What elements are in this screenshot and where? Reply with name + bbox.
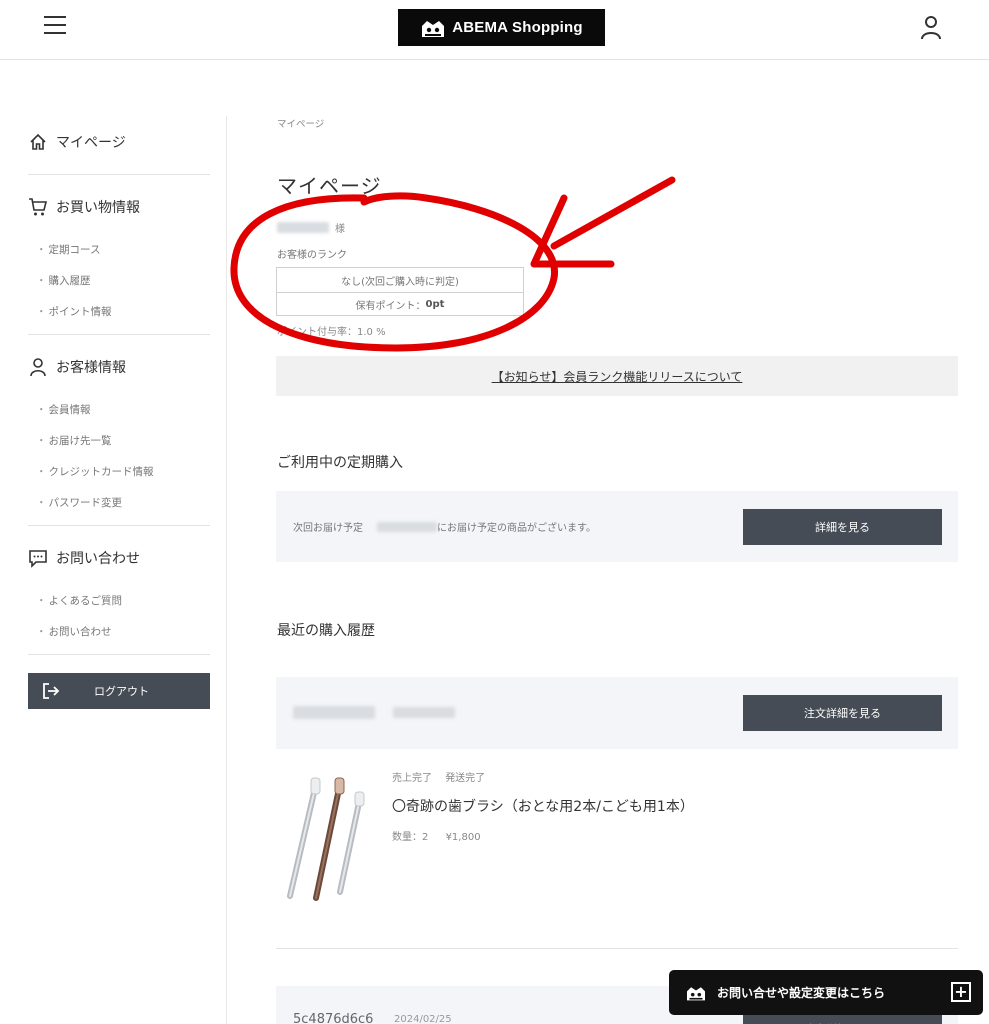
sidebar-item-inquiry[interactable]: お問い合わせ [28, 617, 210, 648]
subscription-title: ご利用中の定期購入 [277, 455, 403, 471]
sidebar-section-contact: お問い合わせ [28, 544, 210, 572]
points-value: 0pt [425, 299, 445, 310]
toothbrush-product-image[interactable] [282, 776, 372, 902]
logout-label: ログアウト [94, 685, 149, 698]
floating-help-button[interactable]: お問い合せや設定変更はこちら + [669, 970, 983, 1015]
subscription-text: 次回お届け予定 にお届け予定の商品がございます。 [293, 519, 596, 534]
page-title: マイページ [277, 174, 382, 198]
order-id-2: 5c4876d6c6 [293, 1012, 374, 1024]
sidebar-item-faq[interactable]: よくあるご質問 [28, 586, 210, 617]
sidebar-section-label: お客様情報 [56, 360, 126, 376]
points-rate: ポイント付与率：1.0 % [277, 327, 386, 338]
logout-button[interactable]: ログアウト [28, 673, 210, 709]
rank-label: お客様のランク [277, 250, 347, 261]
divider [28, 525, 210, 526]
sidebar-item-credit-card[interactable]: クレジットカード情報 [28, 457, 210, 488]
next-delivery-text: にお届け予定の商品がございます。 [437, 523, 596, 534]
points-label: 保有ポイント： [355, 301, 426, 312]
divider [276, 948, 958, 949]
person-icon [30, 358, 46, 377]
breadcrumb: マイページ [277, 119, 325, 130]
sidebar-section-label: お問い合わせ [56, 551, 140, 567]
sidebar: マイページ お買い物情報 定期コース 購入履歴 ポイント情報 お客様情報 会員情… [28, 116, 210, 709]
divider [28, 654, 210, 655]
divider [28, 174, 210, 175]
subscription-detail-button[interactable]: 詳細を見る [743, 509, 942, 545]
chat-bubble-icon [29, 550, 47, 568]
status-shipped: 発送完了 [445, 773, 486, 784]
product-quantity: 数量：2 [392, 832, 429, 843]
sidebar-item-subscription[interactable]: 定期コース [28, 235, 210, 266]
shopping-menu: 定期コース 購入履歴 ポイント情報 [28, 235, 210, 328]
cart-icon [29, 198, 48, 216]
rank-box: なし(次回ご購入時に判定) 保有ポイント： 0pt [276, 267, 524, 316]
sidebar-item-mypage[interactable]: マイページ [28, 128, 210, 156]
blurred-delivery-date [377, 521, 437, 532]
order-date-2: 2024/02/25 [394, 1014, 452, 1024]
hamburger-menu-icon[interactable] [44, 16, 66, 36]
subscription-panel: 次回お届け予定 にお届け予定の商品がございます。 詳細を見る [276, 491, 958, 562]
history-title: 最近の購入履歴 [277, 623, 375, 639]
user-account-icon[interactable] [919, 14, 943, 40]
product-price: ¥1,800 [445, 832, 481, 843]
sidebar-item-purchase-history[interactable]: 購入履歴 [28, 266, 210, 297]
order-panel: 注文詳細を見る [276, 677, 958, 749]
sidebar-section-shopping: お買い物情報 [28, 193, 210, 221]
name-suffix: 様 [335, 224, 345, 235]
blurred-order-id [293, 706, 375, 719]
customer-name-row: 様 [277, 220, 345, 235]
blurred-customer-name [277, 222, 329, 233]
status-sale-complete: 売上完了 [392, 773, 432, 784]
abema-logo-icon [422, 20, 445, 37]
sidebar-item-member-info[interactable]: 会員情報 [28, 395, 210, 426]
abema-shopping-logo[interactable]: ABEMA Shopping [398, 9, 605, 46]
product-meta: 数量：2 ¥1,800 [392, 828, 481, 843]
notice-link[interactable]: 【お知らせ】会員ランク機能リリースについて [276, 356, 958, 396]
abema-logo-icon [687, 986, 705, 1000]
sidebar-divider [226, 116, 227, 1024]
contact-menu: よくあるご質問 お問い合わせ [28, 586, 210, 648]
sidebar-item-password[interactable]: パスワード変更 [28, 488, 210, 519]
home-icon [30, 133, 46, 150]
sidebar-section-label: お買い物情報 [56, 200, 140, 216]
order-detail-button[interactable]: 注文詳細を見る [743, 695, 942, 731]
order-status: 売上完了 発送完了 [392, 769, 485, 784]
next-delivery-label: 次回お届け予定 [293, 523, 363, 534]
points-cell: 保有ポイント： 0pt [277, 292, 523, 316]
divider [28, 334, 210, 335]
plus-icon: + [951, 982, 971, 1002]
blurred-order-date [393, 707, 455, 718]
sidebar-item-addresses[interactable]: お届け先一覧 [28, 426, 210, 457]
sidebar-item-label: マイページ [56, 135, 126, 151]
rank-value: なし(次回ご購入時に判定) [341, 276, 459, 288]
sidebar-section-customer: お客様情報 [28, 353, 210, 381]
customer-menu: 会員情報 お届け先一覧 クレジットカード情報 パスワード変更 [28, 395, 210, 519]
floating-help-label: お問い合せや設定変更はこちら [717, 986, 886, 1000]
logout-icon [43, 683, 60, 699]
product-name-link[interactable]: 〇奇跡の歯ブラシ（おとな用2本/こども用1本） [392, 796, 694, 816]
logo-text: ABEMA Shopping [452, 19, 583, 36]
sidebar-item-points[interactable]: ポイント情報 [28, 297, 210, 328]
site-header: ABEMA Shopping [0, 0, 989, 60]
